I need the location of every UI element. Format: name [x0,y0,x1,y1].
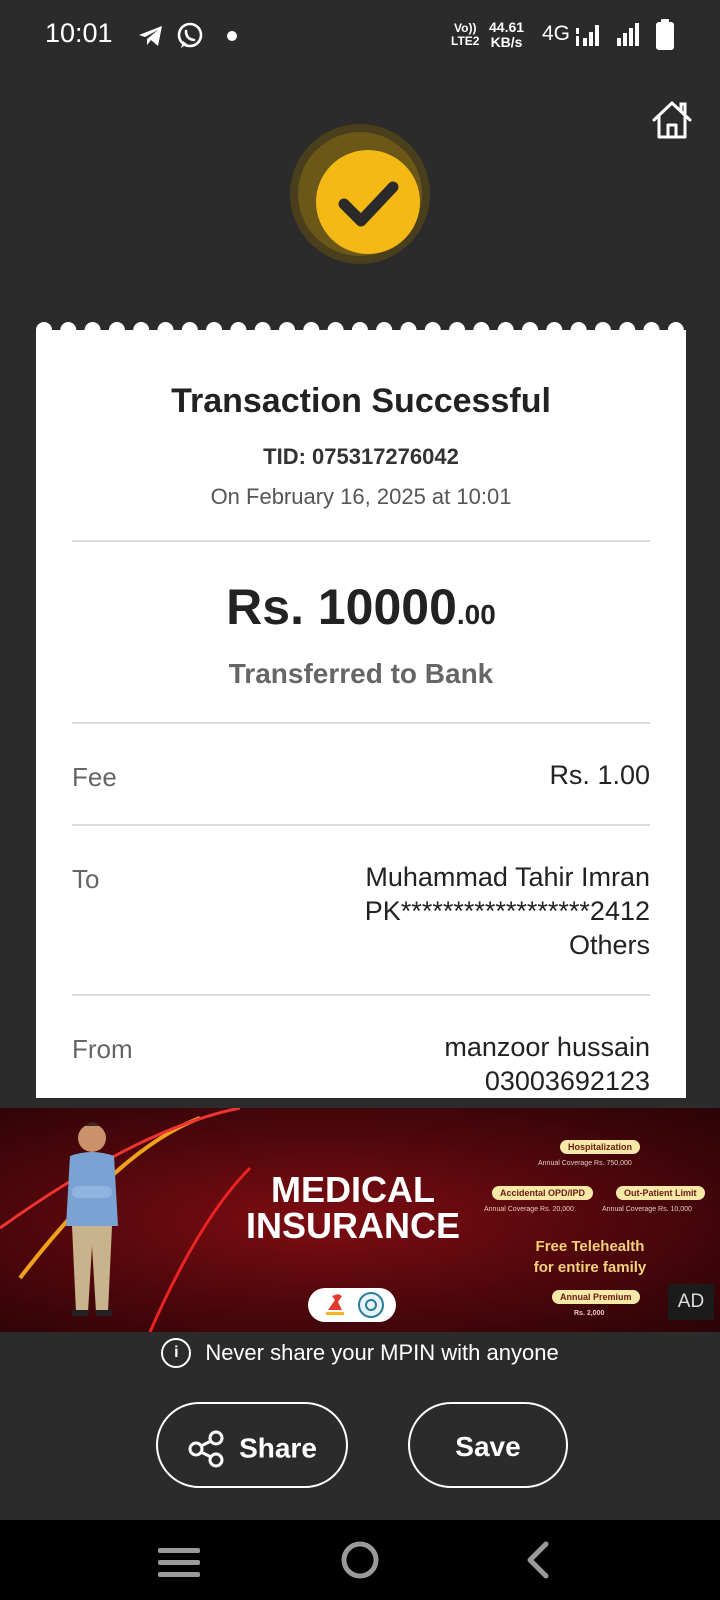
from-label: From [72,1034,133,1064]
mpin-warning: i Never share your MPIN with anyone [0,1338,720,1368]
divider [72,824,650,826]
notification-dot-icon [227,31,237,41]
signal-icon [576,25,599,46]
recipient-bank: Others [568,930,650,960]
battery-icon [656,19,674,50]
back-icon[interactable] [522,1540,552,1580]
divider [72,540,650,542]
home-circle-icon[interactable] [340,1540,380,1580]
ad-tag: AD [668,1284,714,1320]
ad-brand-logos [308,1288,396,1322]
home-button[interactable] [650,98,694,142]
transaction-amount: Rs. 10000.00 [226,579,496,635]
recipient-account: PK******************2412 [364,896,650,926]
divider [72,722,650,724]
status-bar: 10:01 Vo)) LTE2 44.61 KB/s 4G [0,0,720,72]
system-nav-bar [0,1520,720,1600]
transaction-id: TID: 075317276042 [263,444,459,469]
fee-value: Rs. 1.00 [549,760,650,790]
whatsapp-icon [177,22,203,48]
sender-name: manzoor hussain [444,1032,650,1062]
ad-pill-premium: Annual Premium [552,1290,640,1304]
transaction-status-title: Transaction Successful [171,382,551,420]
ad-telehealth: Free Telehealth for entire family [533,1238,647,1276]
ad-person-image [66,1122,118,1316]
menu-icon[interactable] [158,1546,200,1580]
share-button[interactable]: Share [156,1402,348,1488]
sender-number: 03003692123 [484,1066,650,1096]
ad-banner[interactable]: MEDICAL INSURANCE Hospitalization Annual… [0,1108,720,1332]
divider [72,994,650,996]
transfer-type: Transferred to Bank [228,658,494,689]
ad-pill-accidental: Accidental OPD/IPD [492,1186,594,1200]
success-badge [290,124,430,264]
ad-note-hospitalization: Annual Coverage Rs. 750,000 [538,1160,632,1167]
volte-indicator: Vo)) LTE2 [451,21,480,48]
status-time: 10:01 [45,18,113,48]
ad-premium-value: Rs. 2,000 [574,1310,605,1317]
sender-details: manzoor hussain 03003692123 [444,1030,650,1098]
transaction-date: On February 16, 2025 at 10:01 [210,484,512,509]
ad-note-outpatient: Annual Coverage Rs. 10,000 [602,1206,692,1213]
fee-label: Fee [72,762,117,792]
info-icon: i [161,1338,192,1368]
network-type: 4G [542,22,571,45]
receipt-card: Transaction Successful TID: 075317276042… [36,330,686,1098]
save-button[interactable]: Save [408,1402,568,1488]
ad-pill-outpatient: Out-Patient Limit [616,1186,705,1200]
recipient-name: Muhammad Tahir Imran [365,862,650,892]
telegram-icon [139,26,162,46]
home-icon [652,101,692,139]
ad-title: MEDICAL INSURANCE [245,1169,460,1246]
ad-pill-hospitalization: Hospitalization [560,1140,641,1154]
signal-icon [617,23,639,46]
ad-note-accidental: Annual Coverage Rs. 20,000 [484,1206,574,1213]
share-icon [188,1430,224,1468]
jazzcash-logo-icon [326,1292,384,1318]
recipient-details: Muhammad Tahir Imran PK*****************… [365,860,650,962]
to-label: To [72,864,100,894]
check-icon [338,181,399,227]
network-speed: 44.61 KB/s [489,19,525,50]
